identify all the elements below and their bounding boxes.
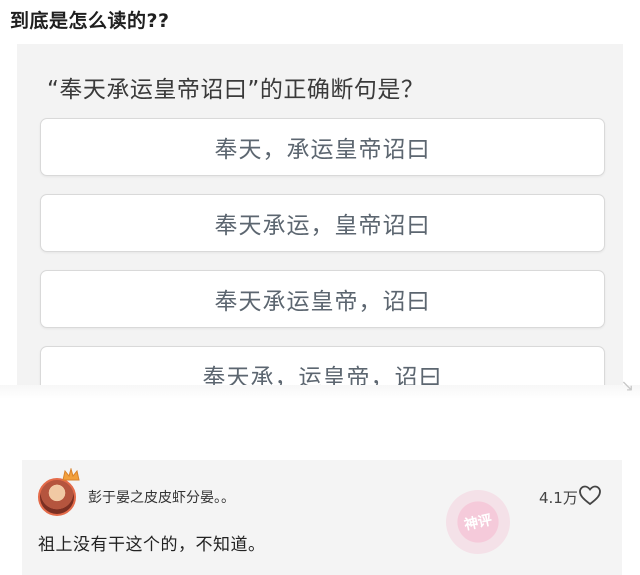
quiz-question: “奉天承运皇帝诏曰”的正确断句是？ <box>47 77 425 103</box>
option-2[interactable]: 奉天承运，皇帝诏曰 <box>40 194 605 252</box>
post-title: 到底是怎么读的?? <box>10 10 170 32</box>
divider <box>0 385 640 399</box>
crown-icon <box>62 468 80 481</box>
heart-icon[interactable] <box>578 484 602 506</box>
comment-text: 祖上没有干这个的，不知道。 <box>38 535 266 555</box>
comment-username[interactable]: 彭于晏之皮皮虾分晏。。 <box>88 487 235 507</box>
comment-card: 彭于晏之皮皮虾分晏。。 4.1万 祖上没有干这个的，不知道。 神评 <box>22 460 622 575</box>
quiz-card: “奉天承运皇帝诏曰”的正确断句是？ 奉天，承运皇帝诏曰 奉天承运，皇帝诏曰 奉天… <box>17 44 623 390</box>
like-count: 4.1万 <box>539 489 578 507</box>
stamp-badge: 神评 <box>440 484 516 560</box>
option-1[interactable]: 奉天，承运皇帝诏曰 <box>40 118 605 176</box>
option-4[interactable]: 奉天承，运皇帝，诏曰 <box>40 346 605 390</box>
pin-icon: ↘ <box>620 376 634 395</box>
option-3[interactable]: 奉天承运皇帝，诏曰 <box>40 270 605 328</box>
avatar[interactable] <box>38 478 76 516</box>
